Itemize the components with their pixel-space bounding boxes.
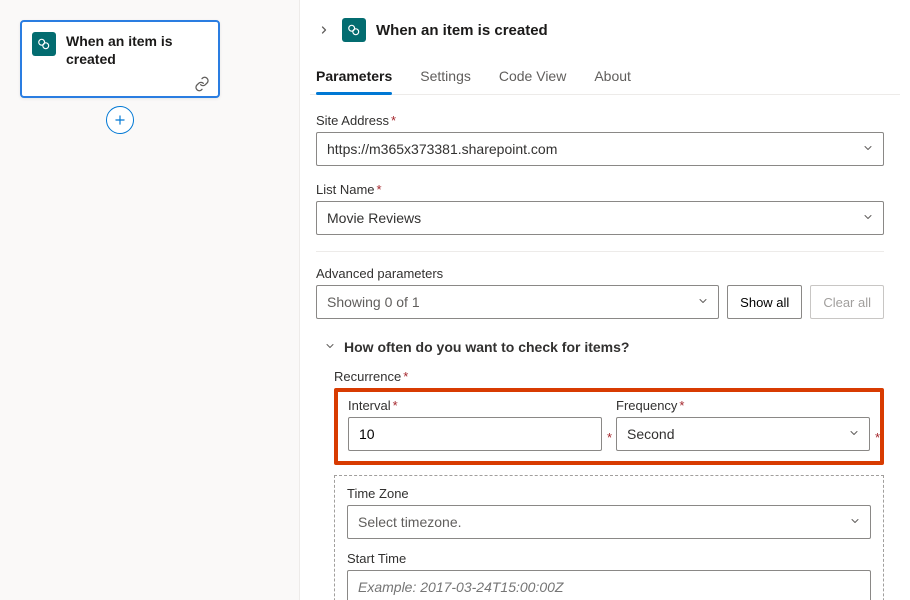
clear-all-button: Clear all [810, 285, 884, 319]
interval-label-text: Interval [348, 398, 391, 413]
trigger-node-title: When an item is created [66, 32, 206, 68]
frequency-select[interactable]: Second [616, 417, 870, 451]
list-name-value: Movie Reviews [327, 210, 421, 226]
chevron-down-icon [324, 339, 336, 355]
timezone-label: Time Zone [347, 486, 871, 501]
collapse-panel-button[interactable] [316, 22, 332, 38]
advanced-parameters-label: Advanced parameters [316, 266, 884, 281]
starttime-input[interactable] [347, 570, 871, 600]
starttime-label: Start Time [347, 551, 871, 566]
interval-label: Interval* [348, 398, 602, 413]
recurrence-label-text: Recurrence [334, 369, 401, 384]
required-asterisk: * [391, 113, 396, 128]
flow-canvas: When an item is created [0, 0, 300, 600]
recurrence-label: Recurrence* [334, 369, 884, 384]
recurrence-section-title: How often do you want to check for items… [344, 339, 629, 355]
recurrence-section-toggle[interactable]: How often do you want to check for items… [324, 339, 884, 355]
list-name-select[interactable]: Movie Reviews [316, 201, 884, 235]
site-address-label: Site Address* [316, 113, 884, 128]
site-address-label-text: Site Address [316, 113, 389, 128]
interval-frequency-highlight: Interval* * Frequency* [334, 388, 884, 465]
add-step-button[interactable] [106, 106, 134, 134]
sharepoint-icon [32, 32, 56, 56]
site-address-select[interactable]: https://m365x373381.sharepoint.com [316, 132, 884, 166]
tab-settings[interactable]: Settings [420, 62, 471, 94]
required-asterisk: * [875, 430, 880, 445]
show-all-button[interactable]: Show all [727, 285, 802, 319]
timezone-value: Select timezone. [358, 514, 462, 530]
required-asterisk: * [377, 182, 382, 197]
interval-input[interactable] [348, 417, 602, 451]
required-asterisk: * [393, 398, 398, 413]
tab-code-view[interactable]: Code View [499, 62, 566, 94]
panel-tabs: Parameters Settings Code View About [310, 62, 900, 95]
parameters-form: Site Address* https://m365x373381.sharep… [310, 95, 890, 600]
frequency-value: Second [627, 426, 674, 442]
site-address-value: https://m365x373381.sharepoint.com [327, 141, 557, 157]
tab-about[interactable]: About [594, 62, 631, 94]
link-icon [194, 76, 210, 92]
sharepoint-icon [342, 18, 366, 42]
list-name-label: List Name* [316, 182, 884, 197]
timezone-select[interactable]: Select timezone. [347, 505, 871, 539]
required-asterisk: * [403, 369, 408, 384]
trigger-node-card[interactable]: When an item is created [20, 20, 220, 98]
frequency-label: Frequency* [616, 398, 870, 413]
advanced-parameters-select[interactable]: Showing 0 of 1 [316, 285, 719, 319]
tab-parameters[interactable]: Parameters [316, 62, 392, 94]
advanced-parameters-value: Showing 0 of 1 [327, 294, 420, 310]
frequency-label-text: Frequency [616, 398, 677, 413]
required-asterisk: * [679, 398, 684, 413]
list-name-label-text: List Name [316, 182, 375, 197]
required-asterisk: * [607, 430, 612, 445]
recurrence-details: Time Zone Select timezone. Start Time [334, 475, 884, 600]
panel-title: When an item is created [376, 22, 548, 39]
properties-panel: When an item is created Parameters Setti… [300, 0, 910, 600]
